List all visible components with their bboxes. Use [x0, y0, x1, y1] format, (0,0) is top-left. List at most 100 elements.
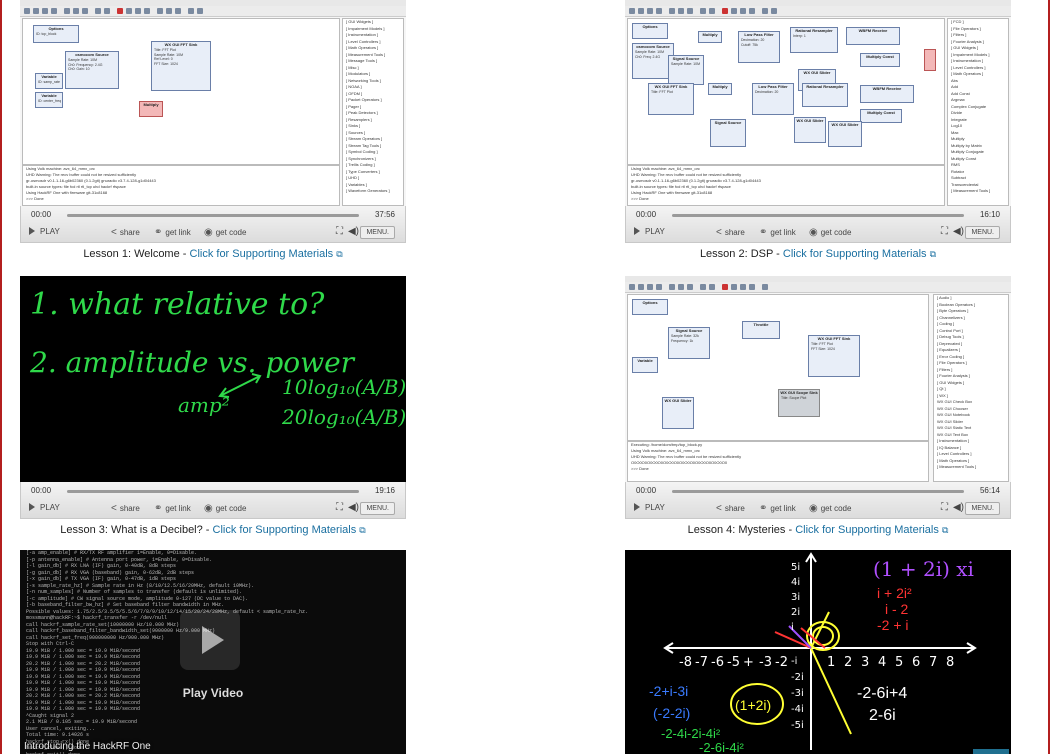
play-video-button[interactable] — [180, 610, 240, 670]
share-button[interactable]: < share — [111, 227, 140, 238]
menu-button[interactable]: MENU. — [360, 502, 395, 515]
lesson-card-3: 1. what relative to? 2. amplitude vs. po… — [20, 276, 406, 536]
volume-icon[interactable]: ◀) — [953, 502, 964, 513]
chalk-formula-1: 10log₁₀(A/B) — [282, 375, 406, 399]
player-controls: 00:00 16:10 PLAY < share ⚭ get link ◉ get c… — [625, 206, 1011, 243]
play-icon — [634, 503, 640, 511]
log-line: >>> Done — [631, 196, 649, 201]
math-r3: -2 + i — [877, 617, 909, 633]
math-l2: (-2-2i) — [653, 705, 690, 721]
code-icon: ◉ — [809, 503, 818, 514]
x-tick-label: -3 — [759, 655, 772, 670]
link-icon: ⚭ — [759, 503, 768, 514]
math-l1: -2+i-3i — [649, 683, 688, 699]
play-icon — [202, 626, 224, 654]
block-tree-panel[interactable]: [ GUI Widgets ][ Impairment Models ][ In… — [342, 18, 404, 206]
get-code-button[interactable]: ◉ get code — [809, 227, 851, 238]
play-button[interactable]: PLAY — [634, 227, 665, 236]
play-icon — [29, 227, 35, 235]
get-link-button[interactable]: ⚭ get link — [759, 503, 796, 514]
lesson-card-4: Options Signal Source Sample Rate: 32k Fre… — [625, 276, 1011, 536]
flowgraph-canvas: Options ID: top_block osmocom Source Sampl… — [22, 18, 340, 165]
external-link-icon: ⧉ — [359, 525, 366, 535]
play-icon — [634, 227, 640, 235]
share-button[interactable]: < share — [716, 227, 745, 238]
y-tick-label: -5i — [791, 720, 804, 731]
supporting-materials-link[interactable]: Click for Supporting Materials — [213, 524, 357, 536]
video-player-5[interactable]: [-a amp_enable] # RX/TX RF amplifier 1=E… — [20, 550, 406, 754]
link-icon: ⚭ — [759, 227, 768, 238]
volume-icon[interactable]: ◀) — [348, 226, 359, 237]
math-top: (1 + 2i) xi — [873, 557, 974, 581]
chalk-formula-2: 20log₁₀(A/B) — [281, 405, 406, 429]
lesson-caption: Lesson 4: Mysteries - Click for Supporti… — [687, 524, 949, 536]
menu-button[interactable]: MENU. — [965, 226, 1000, 239]
video-title: Introducing the HackRF One — [24, 741, 151, 752]
volume-icon[interactable]: ◀) — [953, 226, 964, 237]
share-button[interactable]: < share — [111, 503, 140, 514]
x-tick-label: -8 — [679, 655, 692, 670]
seek-bar[interactable] — [67, 490, 359, 493]
fullscreen-icon[interactable]: ⛶ — [336, 226, 343, 237]
share-icon: < — [111, 503, 117, 514]
video-player-4[interactable]: Options Signal Source Sample Rate: 32k Fre… — [625, 276, 1011, 482]
link-icon: ⚭ — [154, 503, 163, 514]
external-link-icon: ⧉ — [929, 249, 937, 259]
time-duration: 37:56 — [374, 210, 395, 219]
get-link-button[interactable]: ⚭ get link — [154, 503, 191, 514]
x-tick-label: 4 — [878, 655, 886, 670]
x-tick-label: -5 — [727, 655, 740, 670]
seek-bar[interactable] — [672, 214, 964, 217]
tree-item[interactable]: [ Measurement Tools ] — [934, 464, 1008, 471]
code-icon: ◉ — [204, 227, 213, 238]
log-line: >>> Done — [631, 466, 649, 471]
get-code-button[interactable]: ◉ get code — [204, 503, 246, 514]
time-elapsed: 00:00 — [636, 210, 657, 219]
y-tick-label: 4i — [791, 577, 800, 588]
x-tick-label: 6 — [912, 655, 920, 670]
y-tick-label: 5i — [791, 562, 800, 573]
video-player-3[interactable]: 1. what relative to? 2. amplitude vs. po… — [20, 276, 406, 482]
external-link-icon: ⧉ — [941, 525, 949, 535]
supporting-materials-link[interactable]: Click for Supporting Materials — [190, 248, 334, 260]
get-link-button[interactable]: ⚭ get link — [154, 227, 191, 238]
video-player-1[interactable]: Options ID: top_block osmocom Source Sampl… — [20, 0, 406, 206]
play-button[interactable]: PLAY — [634, 503, 665, 512]
get-link-button[interactable]: ⚭ get link — [759, 227, 796, 238]
flowgraph-canvas: Options Signal Source Sample Rate: 32k Fre… — [627, 294, 929, 441]
blackboard: 1. what relative to? 2. amplitude vs. po… — [20, 276, 406, 482]
fullscreen-icon[interactable]: ⛶ — [941, 502, 948, 513]
x-tick-label: -6 — [711, 655, 724, 670]
get-code-button[interactable]: ◉ get code — [809, 503, 851, 514]
x-tick-label: -2 — [775, 655, 788, 670]
seek-bar[interactable] — [67, 214, 359, 217]
menu-button[interactable]: MENU. — [965, 502, 1000, 515]
lesson-caption: Lesson 1: Welcome - Click for Supporting… — [83, 248, 343, 260]
log-line: >>> Done — [26, 196, 44, 201]
get-code-button[interactable]: ◉ get code — [204, 227, 246, 238]
y-tick-label: -i — [791, 656, 797, 667]
play-video-label: Play Video — [182, 686, 244, 700]
x-tick-label: + — [743, 655, 754, 670]
block-tree-panel[interactable]: [ Audio ][ Boolean Operators ][ Byte Ope… — [933, 294, 1009, 482]
block-tree-panel[interactable]: [ FCD ][ File Operators ][ Filters ][ Fo… — [947, 18, 1009, 206]
video-player-2[interactable]: Options osmocom Source Sample Rate: 10M Ch… — [625, 0, 1011, 206]
console-log: Executing: /home/dom/tmp/top_block.py Usi… — [627, 441, 929, 482]
play-button[interactable]: PLAY — [29, 503, 60, 512]
share-button[interactable]: < share — [716, 503, 745, 514]
math-l5: -2-6i-4i² — [699, 740, 744, 754]
video-player-6[interactable]: 5i 4i 3i 2i i -i -2i -3i -4i -5i -8 -7 -6 -5 + -3 -2 1 2 3 4… — [625, 550, 1011, 754]
menu-button[interactable]: MENU. — [360, 226, 395, 239]
math-m2: 2-6i — [869, 707, 896, 724]
tree-item[interactable]: [ Measurement Tools ] — [948, 188, 1008, 195]
volume-icon[interactable]: ◀) — [348, 502, 359, 513]
supporting-materials-link[interactable]: Click for Supporting Materials — [795, 524, 939, 536]
time-duration: 19:16 — [374, 486, 395, 495]
fullscreen-icon[interactable]: ⛶ — [941, 226, 948, 237]
tree-item[interactable]: [ Waveform Generators ] — [343, 188, 403, 195]
flowgraph-canvas: Options osmocom Source Sample Rate: 10M Ch… — [627, 18, 945, 165]
seek-bar[interactable] — [672, 490, 964, 493]
fullscreen-icon[interactable]: ⛶ — [336, 502, 343, 513]
supporting-materials-link[interactable]: Click for Supporting Materials — [783, 248, 927, 260]
play-button[interactable]: PLAY — [29, 227, 60, 236]
